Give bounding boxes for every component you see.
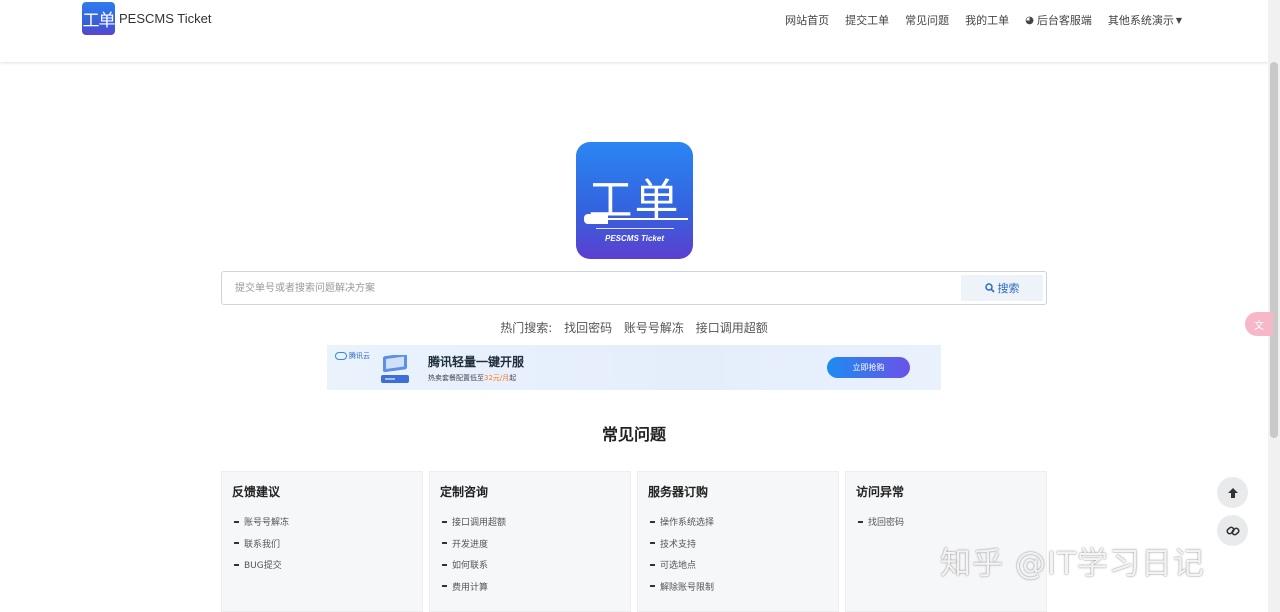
ad-brand-label: 腾讯云 xyxy=(349,352,370,360)
nav-demo-label: 其他系统演示 xyxy=(1107,14,1174,27)
ad-banner[interactable]: 腾讯云 腾讯轻量一键开服 热卖套餐配置低至32元/月起 立即抢购 xyxy=(327,345,941,390)
cloud-icon xyxy=(335,352,347,360)
main-nav: 网站首页 提交工单 常见问题 我的工单 ◕ 后台客服端 其他系统演示 ▼ xyxy=(785,12,1182,28)
faq-item-label: 接口调用超额 xyxy=(452,518,507,529)
nav-admin[interactable]: ◕ 后台客服端 xyxy=(1025,12,1092,28)
faq-item-link[interactable]: 可选地点 xyxy=(650,554,828,576)
faq-card-title: 定制咨询 xyxy=(440,485,489,499)
page-scrollbar[interactable] xyxy=(1268,0,1280,612)
ad-brand: 腾讯云 xyxy=(335,351,370,361)
dash-icon xyxy=(442,542,447,545)
watermark-text: 知乎 @IT学习日记 xyxy=(940,546,1205,582)
caret-down-icon: ▼ xyxy=(1175,15,1182,25)
hot-search-link[interactable]: 接口调用超额 xyxy=(696,321,768,335)
hot-searches: 热门搜索: 找回密码 账号号解冻 接口调用超额 xyxy=(0,319,1268,336)
faq-item-link[interactable]: 如何联系 xyxy=(442,554,620,576)
ad-buy-button[interactable]: 立即抢购 xyxy=(827,357,910,378)
hero-logo: 工单 PESCMS Ticket xyxy=(576,142,693,259)
dash-icon xyxy=(442,563,447,566)
faq-item-link[interactable]: 开发进度 xyxy=(442,533,620,555)
ad-price: 32元/月 xyxy=(484,374,510,382)
faq-card: 反馈建议 账号号解冻 联系我们 BUG提交 xyxy=(221,471,423,612)
hero-logo-line xyxy=(604,218,688,220)
nav-my-tickets[interactable]: 我的工单 xyxy=(965,12,1009,28)
faq-categories: 反馈建议 账号号解冻 联系我们 BUG提交 定制咨询 接口调用超额 开发进度 如… xyxy=(221,471,1049,612)
faq-section-title: 常见问题 xyxy=(601,425,666,444)
hero-logo-rule xyxy=(596,228,674,229)
nav-submit-ticket[interactable]: 提交工单 xyxy=(845,12,889,28)
nav-demo-dropdown[interactable]: 其他系统演示 ▼ xyxy=(1108,12,1182,28)
faq-card-list: 操作系统选择 技术支持 可选地点 解除账号限制 xyxy=(648,511,828,597)
hero-logo-subtitle: PESCMS Ticket xyxy=(605,234,664,243)
ad-title: 腾讯轻量一键开服 xyxy=(428,355,525,369)
search-button[interactable]: 搜索 xyxy=(961,275,1043,301)
server-illustration-icon xyxy=(381,355,409,383)
dash-icon xyxy=(858,520,863,523)
faq-item-label: 技术支持 xyxy=(660,539,697,550)
faq-item-label: 费用计算 xyxy=(452,582,489,593)
nav-home[interactable]: 网站首页 xyxy=(785,12,829,28)
dash-icon xyxy=(234,520,239,523)
nav-faq[interactable]: 常见问题 xyxy=(905,12,949,28)
nav-admin-label: 后台客服端 xyxy=(1036,14,1092,27)
dash-icon xyxy=(650,563,655,566)
ad-subtitle-suffix: 起 xyxy=(509,374,517,382)
faq-item-label: 如何联系 xyxy=(452,561,489,572)
faq-item-link[interactable]: BUG提交 xyxy=(234,554,412,576)
faq-card-title: 访问异常 xyxy=(856,485,905,499)
hot-search-link[interactable]: 找回密码 xyxy=(564,321,612,335)
dash-icon xyxy=(442,585,447,588)
brand-logo-icon: 工单 xyxy=(82,2,116,35)
link-icon xyxy=(1225,526,1240,535)
dash-icon xyxy=(234,542,239,545)
dash-icon xyxy=(442,520,447,523)
share-link-button[interactable] xyxy=(1217,515,1248,546)
top-navbar: 工单 PESCMS Ticket 网站首页 提交工单 常见问题 我的工单 ◕ 后… xyxy=(0,0,1268,62)
scrollbar-thumb[interactable] xyxy=(1270,62,1278,438)
brand-name: PESCMS Ticket xyxy=(119,11,212,26)
hot-search-link[interactable]: 账号号解冻 xyxy=(624,321,684,335)
faq-card-list: 找回密码 xyxy=(856,511,1036,533)
faq-item-label: 账号号解冻 xyxy=(244,518,290,529)
arrow-up-icon xyxy=(1227,487,1238,498)
hot-searches-label: 热门搜索: xyxy=(500,321,553,335)
dash-icon xyxy=(650,542,655,545)
faq-item-link[interactable]: 费用计算 xyxy=(442,576,620,598)
ad-subtitle: 热卖套餐配置低至32元/月起 xyxy=(428,373,516,383)
faq-card-title: 反馈建议 xyxy=(232,485,281,499)
translate-bubble-button[interactable]: 文 xyxy=(1245,312,1273,336)
brand-home-link[interactable]: 工单 PESCMS Ticket xyxy=(82,2,211,35)
faq-item-link[interactable]: 技术支持 xyxy=(650,533,828,555)
ad-subtitle-prefix: 热卖套餐配置低至 xyxy=(428,374,484,382)
faq-item-label: 找回密码 xyxy=(868,518,905,529)
translate-icon: 文 xyxy=(1254,320,1264,332)
faq-item-label: 开发进度 xyxy=(452,539,489,550)
dash-icon xyxy=(650,520,655,523)
faq-item-link[interactable]: 解除账号限制 xyxy=(650,576,828,598)
dash-icon xyxy=(650,585,655,588)
faq-item-label: 操作系统选择 xyxy=(660,518,715,529)
faq-card-list: 账号号解冻 联系我们 BUG提交 xyxy=(232,511,412,576)
search-button-label: 搜索 xyxy=(997,282,1020,295)
faq-card-title: 服务器订购 xyxy=(648,485,709,499)
faq-item-label: BUG提交 xyxy=(244,561,282,572)
faq-item-link[interactable]: 联系我们 xyxy=(234,533,412,555)
faq-item-link[interactable]: 找回密码 xyxy=(858,511,1036,533)
faq-card: 定制咨询 接口调用超额 开发进度 如何联系 费用计算 xyxy=(429,471,631,612)
dash-icon xyxy=(234,563,239,566)
search-bar: 搜索 xyxy=(221,271,1047,305)
dashboard-icon: ◕ xyxy=(1025,14,1034,26)
faq-card: 服务器订购 操作系统选择 技术支持 可选地点 解除账号限制 xyxy=(637,471,839,612)
search-icon xyxy=(984,283,995,293)
faq-item-label: 可选地点 xyxy=(660,561,697,572)
faq-item-label: 联系我们 xyxy=(244,539,281,550)
search-input[interactable] xyxy=(222,272,961,304)
faq-item-link[interactable]: 接口调用超额 xyxy=(442,511,620,533)
back-to-top-button[interactable] xyxy=(1217,477,1248,508)
faq-item-label: 解除账号限制 xyxy=(660,582,715,593)
faq-item-link[interactable]: 操作系统选择 xyxy=(650,511,828,533)
faq-card-list: 接口调用超额 开发进度 如何联系 费用计算 xyxy=(440,511,620,597)
faq-item-link[interactable]: 账号号解冻 xyxy=(234,511,412,533)
